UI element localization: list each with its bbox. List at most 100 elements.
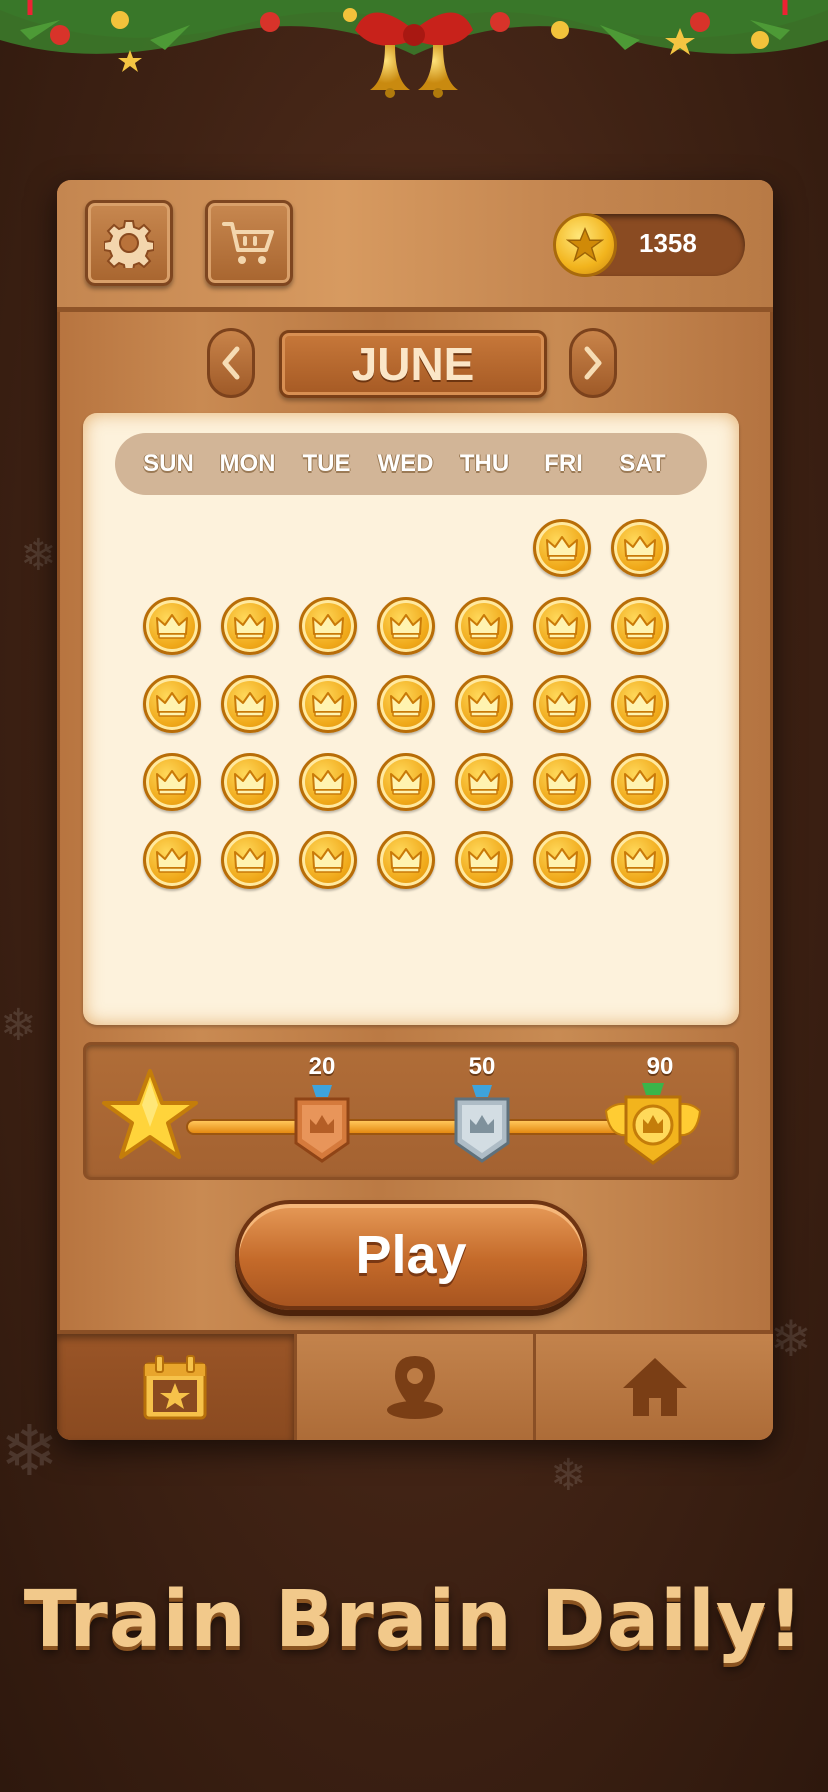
day-complete-crown-coin[interactable]: [143, 831, 201, 889]
day-complete-crown-coin[interactable]: [533, 831, 591, 889]
crown-icon: [390, 614, 422, 639]
day-complete-crown-coin[interactable]: [455, 753, 513, 811]
snowflake-icon: ❄: [0, 1000, 37, 1051]
settings-button[interactable]: [85, 200, 173, 286]
crown-icon: [234, 614, 266, 639]
coin-balance: 1358: [553, 213, 745, 277]
nav-daily-challenge[interactable]: [57, 1334, 297, 1440]
bottom-nav: [57, 1330, 773, 1440]
star-icon: [102, 1069, 198, 1159]
day-complete-crown-coin[interactable]: [299, 597, 357, 655]
crown-icon: [468, 692, 500, 717]
crown-icon: [546, 692, 578, 717]
snowflake-icon: ❄: [20, 530, 57, 581]
crown-icon: [234, 692, 266, 717]
day-complete-crown-coin[interactable]: [377, 753, 435, 811]
day-complete-crown-coin[interactable]: [455, 831, 513, 889]
day-complete-crown-coin[interactable]: [221, 597, 279, 655]
cart-icon: [222, 222, 274, 264]
crown-icon: [234, 770, 266, 795]
day-complete-crown-coin[interactable]: [221, 831, 279, 889]
snowflake-icon: ❄: [0, 1410, 59, 1492]
day-complete-crown-coin[interactable]: [221, 675, 279, 733]
prev-month-button[interactable]: [207, 328, 255, 398]
crown-icon: [312, 692, 344, 717]
day-complete-crown-coin[interactable]: [377, 597, 435, 655]
crown-icon: [468, 770, 500, 795]
day-complete-crown-coin[interactable]: [455, 597, 513, 655]
crown-icon: [156, 614, 188, 639]
crown-icon: [624, 614, 656, 639]
calendar-star-icon: [143, 1355, 207, 1420]
nav-home[interactable]: [536, 1334, 773, 1440]
crown-icon: [546, 614, 578, 639]
gold-medal-icon: [604, 1083, 702, 1165]
milestone-silver-count: 50: [468, 1053, 496, 1080]
crown-icon: [156, 770, 188, 795]
month-title: JUNE: [279, 330, 547, 398]
silver-medal-icon: [454, 1085, 510, 1163]
monthly-progress: 20 50 90: [83, 1042, 739, 1180]
crown-icon: [624, 692, 656, 717]
crown-icon: [468, 848, 500, 873]
crown-icon: [468, 614, 500, 639]
day-complete-crown-coin[interactable]: [299, 753, 357, 811]
day-complete-crown-coin[interactable]: [611, 597, 669, 655]
milestone-bronze-count: 20: [308, 1053, 336, 1080]
crown-icon: [312, 770, 344, 795]
calendar-grid: [83, 413, 739, 1025]
crown-icon: [234, 848, 266, 873]
crown-icon: [546, 536, 578, 561]
day-complete-crown-coin[interactable]: [221, 753, 279, 811]
day-complete-crown-coin[interactable]: [143, 597, 201, 655]
day-complete-crown-coin[interactable]: [299, 675, 357, 733]
day-complete-crown-coin[interactable]: [533, 675, 591, 733]
crown-icon: [624, 770, 656, 795]
crown-icon: [390, 692, 422, 717]
day-complete-crown-coin[interactable]: [455, 675, 513, 733]
location-pin-icon: [387, 1356, 443, 1419]
day-complete-crown-coin[interactable]: [377, 675, 435, 733]
calendar-panel: SUN MON TUE WED THU FRI SAT: [83, 413, 739, 1025]
day-complete-crown-coin[interactable]: [611, 675, 669, 733]
crown-icon: [390, 848, 422, 873]
top-bar: 1358: [57, 180, 773, 312]
day-complete-crown-coin[interactable]: [533, 519, 591, 577]
crown-icon: [390, 770, 422, 795]
tagline: Train Brain Daily!: [23, 1575, 805, 1665]
home-icon: [622, 1358, 687, 1416]
snowflake-icon: ❄: [770, 1310, 812, 1368]
day-complete-crown-coin[interactable]: [533, 753, 591, 811]
crown-icon: [312, 848, 344, 873]
chevron-right-icon: [584, 346, 602, 380]
day-complete-crown-coin[interactable]: [611, 519, 669, 577]
christmas-garland: [0, 0, 828, 98]
crown-icon: [546, 770, 578, 795]
crown-icon: [624, 536, 656, 561]
chevron-left-icon: [222, 346, 240, 380]
day-complete-crown-coin[interactable]: [377, 831, 435, 889]
gear-icon: [104, 220, 154, 268]
crown-icon: [624, 848, 656, 873]
progress-track: [186, 1119, 656, 1135]
day-complete-crown-coin[interactable]: [143, 675, 201, 733]
coin-count: 1358: [639, 228, 697, 258]
star-coin-icon: [553, 213, 617, 277]
day-complete-crown-coin[interactable]: [611, 753, 669, 811]
day-complete-crown-coin[interactable]: [611, 831, 669, 889]
crown-icon: [156, 692, 188, 717]
crown-icon: [312, 614, 344, 639]
bronze-medal-icon: [294, 1085, 350, 1163]
crown-icon: [156, 848, 188, 873]
crown-icon: [546, 848, 578, 873]
snowflake-icon: ❄: [550, 1450, 587, 1501]
shop-button[interactable]: [205, 200, 293, 286]
next-month-button[interactable]: [569, 328, 617, 398]
daily-challenge-board: 1358 JUNE SUN MON TUE WED THU FRI SAT 20: [57, 180, 773, 1440]
day-complete-crown-coin[interactable]: [143, 753, 201, 811]
day-complete-crown-coin[interactable]: [299, 831, 357, 889]
milestone-gold-count: 90: [646, 1053, 674, 1080]
play-button[interactable]: Play: [235, 1200, 587, 1310]
nav-map[interactable]: [296, 1334, 537, 1440]
day-complete-crown-coin[interactable]: [533, 597, 591, 655]
